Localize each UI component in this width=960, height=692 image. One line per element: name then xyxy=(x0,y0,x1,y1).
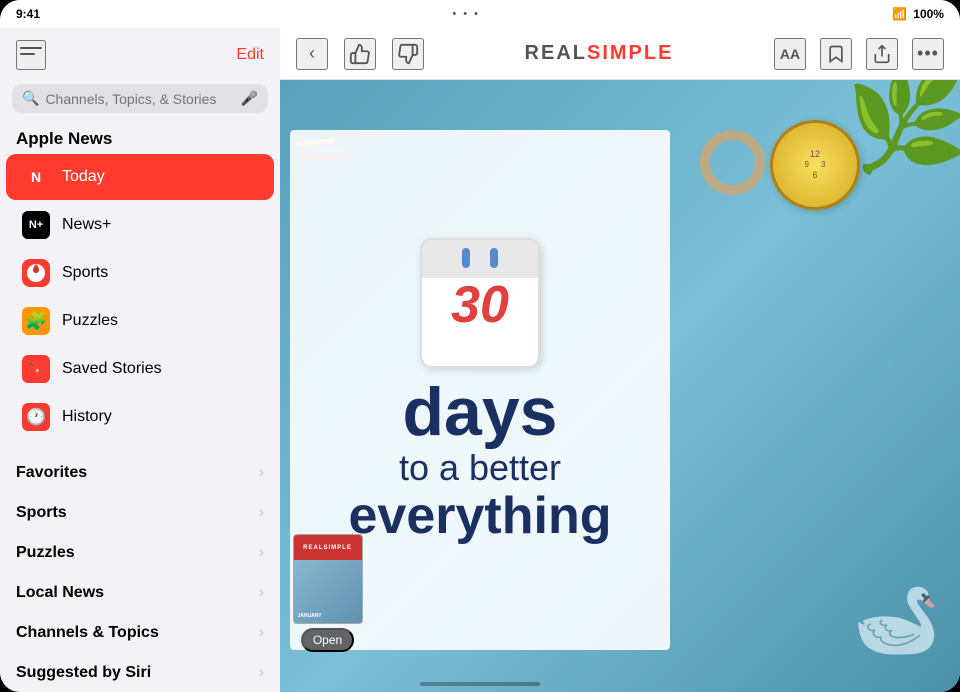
history-label: History xyxy=(62,408,112,426)
thumb-header: REALSIMPLE xyxy=(294,535,362,560)
sidebar-item-saved[interactable]: 🔖 Saved Stories xyxy=(6,346,274,392)
headline-to-a-better: to a better xyxy=(399,446,561,489)
today-icon: N xyxy=(22,163,50,191)
home-indicator xyxy=(420,682,540,686)
puzzles-nav-label: Puzzles xyxy=(62,312,118,330)
sidebar-group-channels-topics[interactable]: Channels & Topics › xyxy=(0,613,280,653)
search-bar[interactable]: 🔍 🎤 xyxy=(12,84,268,113)
mic-icon[interactable]: 🎤 xyxy=(241,90,258,107)
article-content[interactable]: 🌿 12 93 6 xyxy=(280,80,960,692)
calendar-number: 30 xyxy=(451,279,509,331)
sports-nav-label: Sports xyxy=(62,264,108,282)
local-news-label: Local News xyxy=(16,584,104,602)
headline-days: days xyxy=(403,378,558,446)
sidebar-header: Edit xyxy=(0,28,280,78)
saved-icon: 🔖 xyxy=(22,355,50,383)
dislike-button[interactable] xyxy=(392,38,424,70)
more-button[interactable]: ••• xyxy=(912,38,944,70)
wifi-icon: 📶 xyxy=(892,7,907,21)
device-frame: 9:41 • • • 📶 100% Edit 🔍 � xyxy=(0,0,960,692)
font-size-button[interactable]: AA xyxy=(774,38,806,70)
search-icon: 🔍 xyxy=(22,90,39,107)
publication-title: REALSIMPLE xyxy=(424,42,774,65)
status-dots: • • • xyxy=(452,8,480,20)
history-icon: 🕐 xyxy=(22,403,50,431)
sports-icon xyxy=(22,259,50,287)
cal-ring-right xyxy=(490,248,498,268)
back-button[interactable]: ‹ xyxy=(296,38,328,70)
channels-chevron: › xyxy=(259,624,264,642)
share-button[interactable] xyxy=(866,38,898,70)
sidebar-item-sports-nav[interactable]: Sports xyxy=(6,250,274,296)
content-area: ‹ REALSIMPLE AA xyxy=(280,28,960,692)
channels-topics-label: Channels & Topics xyxy=(16,624,159,642)
sidebar-group-puzzles[interactable]: Puzzles › xyxy=(0,533,280,573)
puzzles-group-label: Puzzles xyxy=(16,544,75,562)
rope-decoration xyxy=(700,130,765,195)
open-button[interactable]: Open xyxy=(301,628,354,652)
newsplus-icon: N+ xyxy=(22,211,50,239)
puzzles-icon: 🧩 xyxy=(22,307,50,335)
sidebar-toggle-icon xyxy=(20,47,42,63)
status-time: 9:41 xyxy=(16,7,40,21)
sidebar-item-newsplus[interactable]: N+ News+ xyxy=(6,202,274,248)
open-thumbnail-area: REALSIMPLE JANUARY Open xyxy=(290,534,365,652)
pub-name-part2: SIMPLE xyxy=(587,42,673,64)
sports-group-label: Sports xyxy=(16,504,67,522)
thumb-cover: JANUARY xyxy=(294,560,362,623)
article-toolbar: ‹ REALSIMPLE AA xyxy=(280,28,960,80)
battery-text: 100% xyxy=(913,7,944,21)
suggested-chevron: › xyxy=(259,664,264,682)
local-news-chevron: › xyxy=(259,584,264,602)
headline-everything: everything xyxy=(349,490,612,542)
sidebar-group-suggested[interactable]: Suggested by Siri › xyxy=(0,653,280,692)
sidebar-item-today[interactable]: N Today xyxy=(6,154,274,200)
favorites-chevron: › xyxy=(259,464,264,482)
sidebar: Edit 🔍 🎤 Apple News N Today N+ News+ xyxy=(0,28,280,692)
main-layout: Edit 🔍 🎤 Apple News N Today N+ News+ xyxy=(0,28,960,692)
status-right: 📶 100% xyxy=(892,7,944,21)
apple-news-title: Apple News xyxy=(0,123,280,153)
sidebar-item-puzzles-nav[interactable]: 🧩 Puzzles xyxy=(6,298,274,344)
sidebar-group-sports[interactable]: Sports › xyxy=(0,493,280,533)
edit-button[interactable]: Edit xyxy=(236,46,264,64)
cover-image: 🌿 12 93 6 xyxy=(280,80,960,692)
toolbar-left: ‹ xyxy=(296,38,424,70)
newsplus-label: News+ xyxy=(62,216,111,234)
magazine-thumbnail: REALSIMPLE JANUARY xyxy=(293,534,363,624)
favorites-label: Favorites xyxy=(16,464,87,482)
sidebar-group-favorites[interactable]: Favorites › xyxy=(0,453,280,493)
bookmark-button[interactable] xyxy=(820,38,852,70)
like-button[interactable] xyxy=(344,38,376,70)
toolbar-right: AA ••• xyxy=(774,38,944,70)
thumb-month: JANUARY xyxy=(298,613,322,619)
sidebar-item-history[interactable]: 🕐 History xyxy=(6,394,274,440)
suggested-label: Suggested by Siri xyxy=(16,664,151,682)
calendar-icon: 30 xyxy=(420,238,540,368)
sports-chevron: › xyxy=(259,504,264,522)
search-input[interactable] xyxy=(45,91,234,107)
sidebar-toggle-button[interactable] xyxy=(16,40,46,70)
today-label: Today xyxy=(62,168,105,186)
cal-ring-left xyxy=(462,248,470,268)
status-bar: 9:41 • • • 📶 100% xyxy=(0,0,960,28)
pub-name-part1: REAL xyxy=(525,42,587,64)
plant-icon: 🌿 xyxy=(845,80,960,170)
clock-face: 12 93 6 xyxy=(805,149,826,180)
clock-decoration: 12 93 6 xyxy=(770,120,860,210)
sidebar-group-local-news[interactable]: Local News › xyxy=(0,573,280,613)
swan-decoration: 🦢 xyxy=(853,580,940,662)
saved-label: Saved Stories xyxy=(62,360,162,378)
puzzles-chevron: › xyxy=(259,544,264,562)
calendar-top xyxy=(422,240,538,275)
